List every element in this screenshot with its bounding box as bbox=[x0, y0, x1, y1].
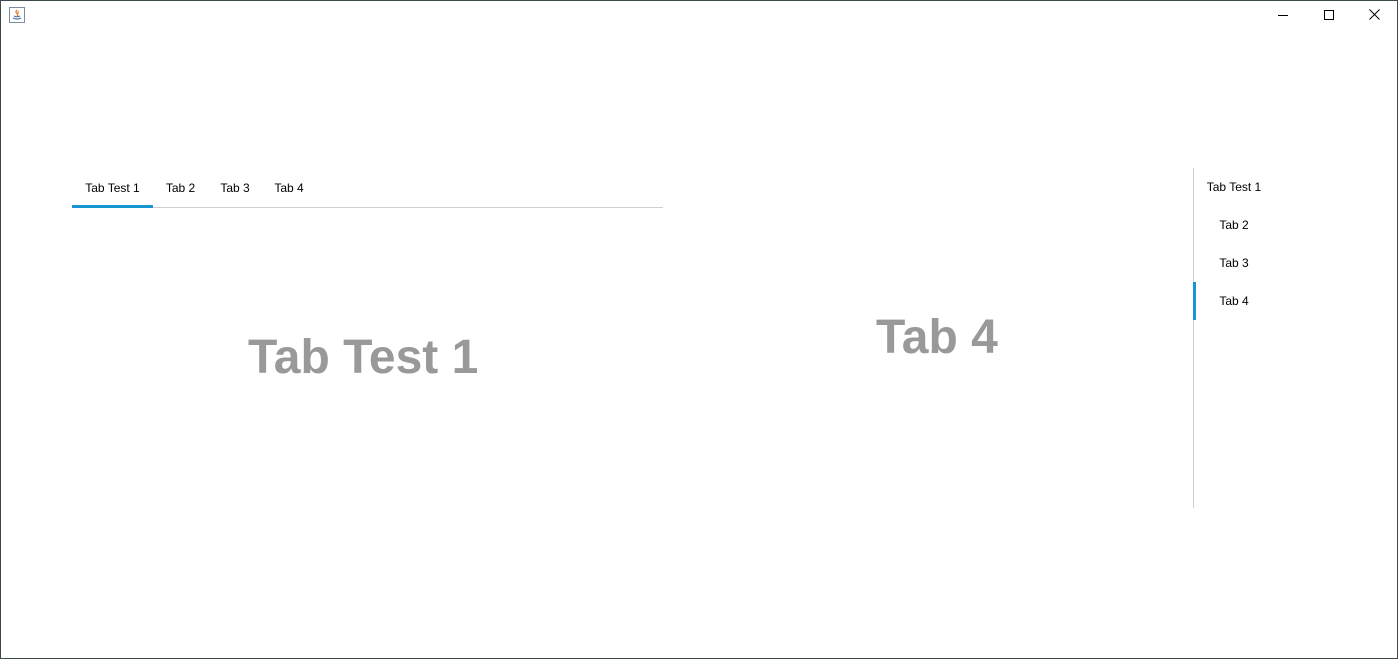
right-tab-tab-4[interactable]: Tab 4 bbox=[1193, 282, 1274, 320]
java-app-icon[interactable] bbox=[9, 7, 25, 23]
title-bar[interactable] bbox=[1, 1, 1397, 31]
close-icon bbox=[1368, 7, 1380, 25]
right-tab-tab-3[interactable]: Tab 3 bbox=[1194, 244, 1274, 282]
top-content-label: Tab Test 1 bbox=[248, 331, 479, 384]
right-tab-tab-test-1[interactable]: Tab Test 1 bbox=[1194, 168, 1274, 206]
close-button[interactable] bbox=[1351, 1, 1397, 31]
top-tab-tab-2[interactable]: Tab 2 bbox=[153, 168, 208, 207]
right-tabbed-pane: Tab 4 Tab Test 1 Tab 2 Tab 3 Tab 4 bbox=[711, 168, 1287, 508]
minimize-button[interactable] bbox=[1260, 1, 1306, 31]
top-tab-tab-3[interactable]: Tab 3 bbox=[208, 168, 262, 207]
app-window: Tab Test 1 Tab 2 Tab 3 Tab 4 Tab Test 1 … bbox=[0, 0, 1398, 659]
minimize-icon bbox=[1278, 7, 1288, 25]
right-tab-content: Tab 4 bbox=[711, 168, 1193, 508]
maximize-icon bbox=[1324, 7, 1334, 25]
right-tab-tab-2[interactable]: Tab 2 bbox=[1194, 206, 1274, 244]
top-tab-tab-4[interactable]: Tab 4 bbox=[262, 168, 316, 207]
top-tab-bar: Tab Test 1 Tab 2 Tab 3 Tab 4 bbox=[72, 168, 663, 208]
maximize-button[interactable] bbox=[1306, 1, 1352, 31]
right-content-label: Tab 4 bbox=[876, 311, 998, 364]
right-tab-bar: Tab Test 1 Tab 2 Tab 3 Tab 4 bbox=[1193, 168, 1288, 508]
top-tab-tab-test-1[interactable]: Tab Test 1 bbox=[72, 168, 153, 208]
top-tab-content: Tab Test 1 bbox=[72, 208, 663, 508]
top-tabbed-pane: Tab Test 1 Tab 2 Tab 3 Tab 4 Tab Test 1 bbox=[72, 168, 663, 508]
